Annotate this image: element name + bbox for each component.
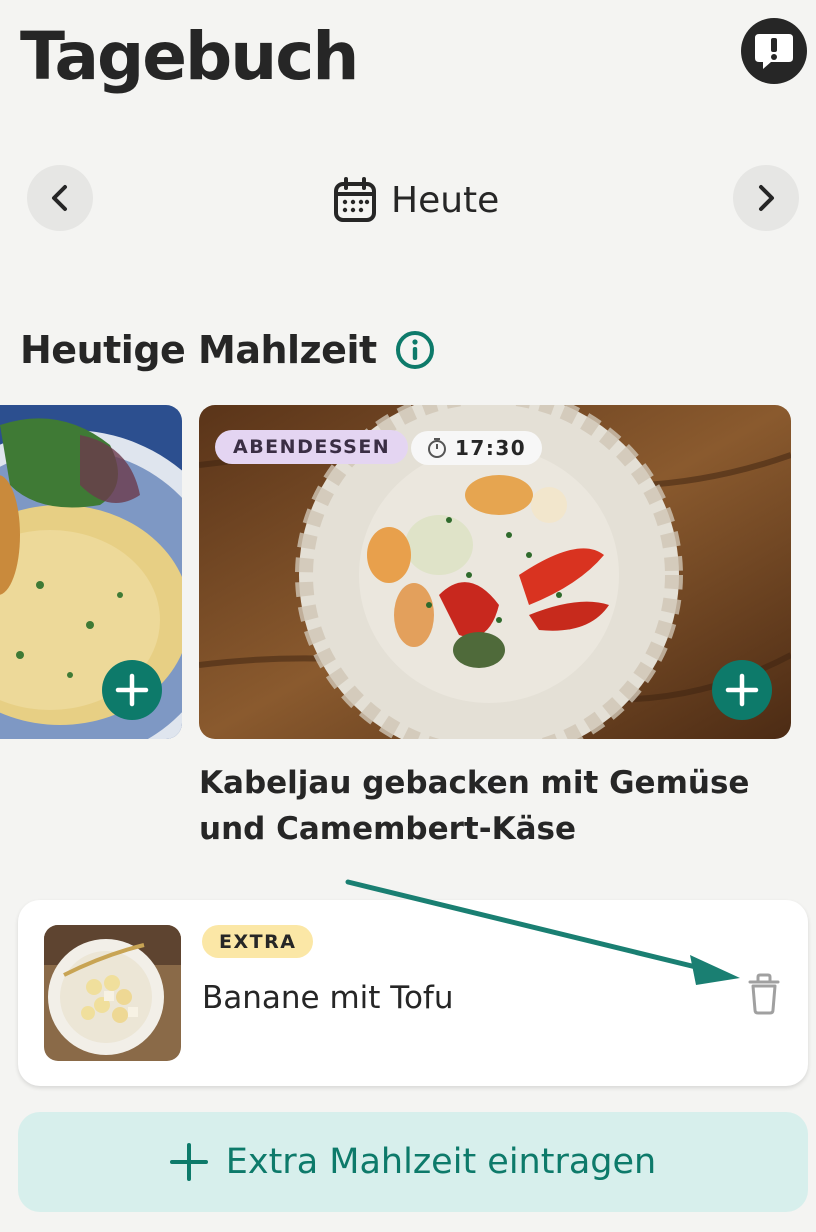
meal-type-badge: ABENDESSEN xyxy=(215,430,409,464)
page-title: Tagebuch xyxy=(20,18,359,95)
section-title: Heutige Mahlzeit xyxy=(20,328,377,372)
banana-tofu-photo xyxy=(44,925,181,1061)
plus-icon xyxy=(725,673,759,707)
add-meal-button[interactable] xyxy=(102,660,162,720)
date-label: Heute xyxy=(391,179,500,221)
plus-icon xyxy=(115,673,149,707)
chevron-right-icon xyxy=(759,185,774,211)
extra-badge: EXTRA xyxy=(202,925,314,958)
add-meal-button[interactable] xyxy=(712,660,772,720)
previous-day-button[interactable] xyxy=(27,165,93,231)
calendar-icon xyxy=(334,177,376,222)
extra-meal-thumbnail xyxy=(44,925,181,1061)
stopwatch-icon xyxy=(428,438,446,458)
previous-meal-card[interactable] xyxy=(0,405,182,739)
extra-meal-name: Banane mit Tofu xyxy=(202,980,454,1016)
info-icon[interactable] xyxy=(395,330,435,370)
feedback-button[interactable] xyxy=(741,18,807,84)
meal-time-badge: 17:30 xyxy=(411,431,543,465)
trash-icon[interactable] xyxy=(746,972,782,1016)
meal-name[interactable]: Kabeljau gebacken mit Gemüse und Camembe… xyxy=(199,760,789,852)
plus-icon xyxy=(169,1143,208,1181)
extra-meal-card[interactable]: EXTRA Banane mit Tofu xyxy=(18,900,808,1086)
feedback-icon xyxy=(755,34,793,69)
date-selector[interactable]: Heute xyxy=(333,174,499,226)
next-day-button[interactable] xyxy=(733,165,799,231)
add-extra-label: Extra Mahlzeit eintragen xyxy=(225,1142,657,1182)
section-header: Heutige Mahlzeit xyxy=(20,328,435,372)
chevron-left-icon xyxy=(52,185,67,211)
add-extra-meal-button[interactable]: Extra Mahlzeit eintragen xyxy=(18,1112,808,1212)
meal-time: 17:30 xyxy=(455,436,527,460)
